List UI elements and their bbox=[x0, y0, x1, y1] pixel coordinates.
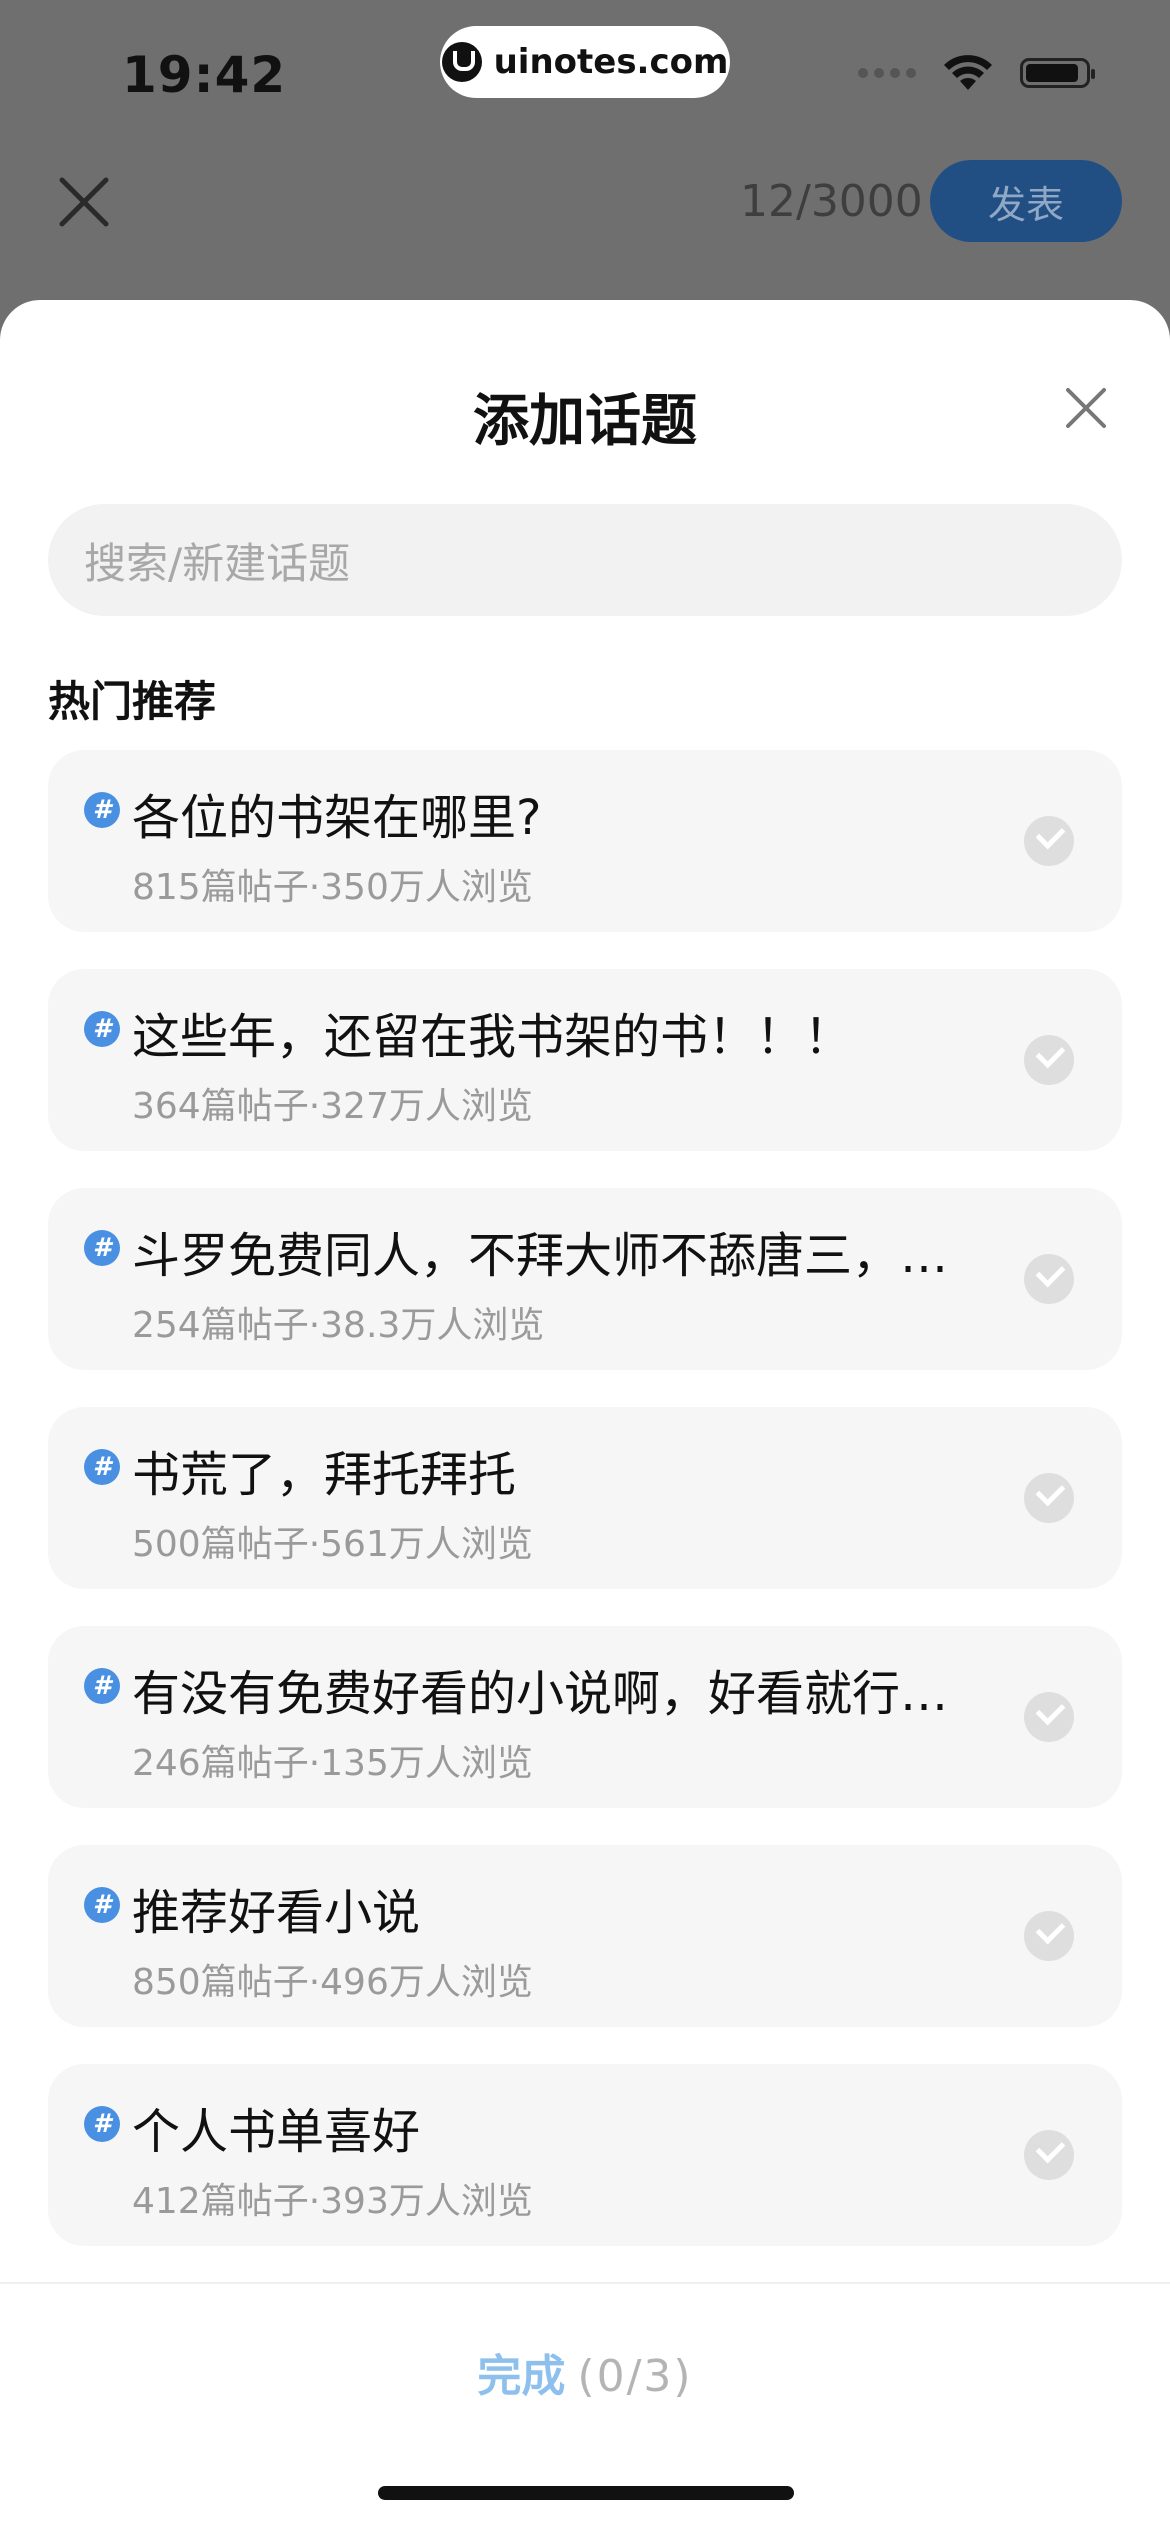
topic-title: 个人书单喜好 bbox=[132, 2104, 421, 2160]
check-circle-icon[interactable] bbox=[1024, 2130, 1074, 2180]
topic-meta: 815篇帖子·350万人浏览 bbox=[132, 867, 533, 908]
topic-meta: 500篇帖子·561万人浏览 bbox=[132, 1524, 533, 1565]
check-circle-icon[interactable] bbox=[1024, 1254, 1074, 1304]
screen: 19:42 uinotes.com 12/3000 发表 添加话题 搜索/新建话… bbox=[0, 0, 1170, 2532]
done-button[interactable]: 完成 (0/3) bbox=[0, 2340, 1170, 2404]
topic-title: 书荒了，拜托拜托 bbox=[132, 1447, 517, 1503]
topic-title: 斗罗免费同人，不拜大师不舔唐三，… bbox=[132, 1228, 949, 1284]
topic-meta: 254篇帖子·38.3万人浏览 bbox=[132, 1305, 545, 1346]
topic-title: 有没有免费好看的小说啊，好看就行… bbox=[132, 1666, 949, 1722]
done-label: 完成 bbox=[477, 2351, 566, 2402]
battery-icon bbox=[1020, 58, 1095, 88]
topic-item[interactable]: # 各位的书架在哪里? 815篇帖子·350万人浏览 bbox=[48, 750, 1122, 932]
hashtag-icon: # bbox=[84, 1449, 120, 1485]
watermark-text: uinotes.com bbox=[493, 42, 729, 82]
hashtag-icon: # bbox=[84, 2106, 120, 2142]
topic-item[interactable]: # 推荐好看小说 850篇帖子·496万人浏览 bbox=[48, 1845, 1122, 2027]
topic-meta: 246篇帖子·135万人浏览 bbox=[132, 1743, 533, 1784]
topic-meta: 364篇帖子·327万人浏览 bbox=[132, 1086, 533, 1127]
add-topic-sheet: 添加话题 搜索/新建话题 热门推荐 # 各位的书架在哪里? 815篇帖子·350… bbox=[0, 300, 1170, 2532]
topic-item[interactable]: # 书荒了，拜托拜托 500篇帖子·561万人浏览 bbox=[48, 1407, 1122, 1589]
check-circle-icon[interactable] bbox=[1024, 1473, 1074, 1523]
topic-item[interactable]: # 斗罗免费同人，不拜大师不舔唐三，… 254篇帖子·38.3万人浏览 bbox=[48, 1188, 1122, 1370]
topic-title: 这些年，还留在我书架的书！！！ bbox=[132, 1009, 853, 1065]
topic-list: # 各位的书架在哪里? 815篇帖子·350万人浏览 # 这些年，还留在我书架的… bbox=[48, 750, 1122, 2283]
section-title: 热门推荐 bbox=[48, 677, 217, 726]
hashtag-icon: # bbox=[84, 1011, 120, 1047]
selection-count: (0/3) bbox=[577, 2351, 693, 2402]
uinotes-logo-icon bbox=[441, 42, 482, 82]
topic-item[interactable]: # 有没有免费好看的小说啊，好看就行… 246篇帖子·135万人浏览 bbox=[48, 1626, 1122, 1808]
close-icon[interactable] bbox=[1062, 384, 1110, 432]
hashtag-icon: # bbox=[84, 1887, 120, 1923]
check-circle-icon[interactable] bbox=[1024, 1911, 1074, 1961]
topic-title: 各位的书架在哪里? bbox=[132, 790, 542, 846]
sheet-title: 添加话题 bbox=[473, 389, 697, 454]
close-icon[interactable] bbox=[56, 174, 112, 230]
hashtag-icon: # bbox=[84, 1668, 120, 1704]
status-icons bbox=[858, 54, 1095, 92]
topic-meta: 850篇帖子·496万人浏览 bbox=[132, 1962, 533, 2003]
topic-item[interactable]: # 个人书单喜好 412篇帖子·393万人浏览 bbox=[48, 2064, 1122, 2246]
status-time: 19:42 bbox=[122, 46, 287, 104]
search-input[interactable]: 搜索/新建话题 bbox=[48, 504, 1122, 616]
home-indicator[interactable] bbox=[378, 2486, 794, 2500]
publish-button[interactable]: 发表 bbox=[930, 160, 1122, 242]
hashtag-icon: # bbox=[84, 792, 120, 828]
topic-title: 推荐好看小说 bbox=[132, 1885, 421, 1941]
wifi-icon bbox=[944, 55, 992, 90]
check-circle-icon[interactable] bbox=[1024, 1692, 1074, 1742]
check-circle-icon[interactable] bbox=[1024, 1035, 1074, 1085]
topic-item[interactable]: # 这些年，还留在我书架的书！！！ 364篇帖子·327万人浏览 bbox=[48, 969, 1122, 1151]
watermark-badge: uinotes.com bbox=[440, 26, 730, 98]
char-counter: 12/3000 bbox=[740, 176, 923, 227]
check-circle-icon[interactable] bbox=[1024, 816, 1074, 866]
topic-meta: 412篇帖子·393万人浏览 bbox=[132, 2181, 533, 2222]
cellular-dots-icon bbox=[858, 68, 916, 78]
hashtag-icon: # bbox=[84, 1230, 120, 1266]
divider bbox=[0, 2282, 1170, 2284]
